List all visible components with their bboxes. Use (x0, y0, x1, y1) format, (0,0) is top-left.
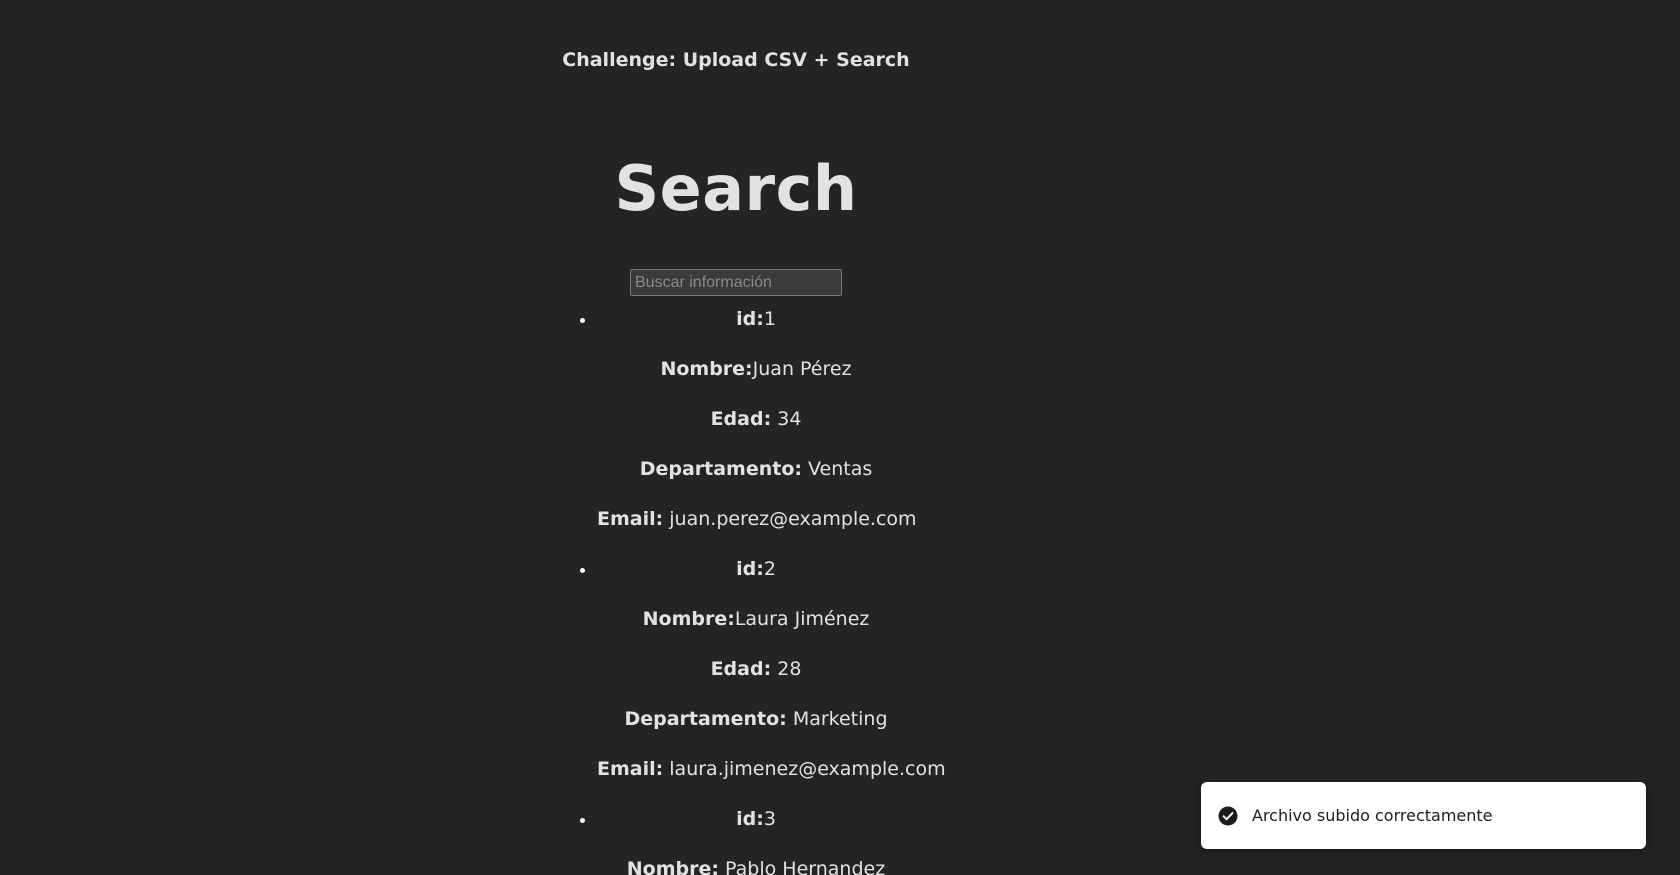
list-item: id:3 Nombre: Pablo Hernandez (597, 807, 915, 875)
record-departamento: Departamento: Marketing (597, 707, 915, 757)
page: Challenge: Upload CSV + Search Search id… (0, 0, 1680, 875)
field-value: 28 (771, 658, 802, 680)
field-value: juan.perez@example.com (663, 508, 917, 530)
record-id: id:3 (597, 807, 915, 857)
record-email: Email: juan.perez@example.com (597, 507, 917, 557)
toast-message: Archivo subido correctamente (1252, 806, 1493, 825)
field-label: Nombre: (642, 608, 735, 630)
field-value: Ventas (802, 458, 873, 480)
record-id: id:2 (597, 557, 915, 607)
field-label: id: (736, 808, 764, 830)
app-container: Challenge: Upload CSV + Search Search id… (557, 0, 946, 875)
list-item: id:1 Nombre:Juan Pérez Edad: 34 Departam… (597, 307, 917, 557)
field-value: 2 (763, 558, 776, 580)
toast-notification[interactable]: Archivo subido correctamente (1201, 782, 1646, 849)
list-item: id:2 Nombre:Laura Jiménez Edad: 28 Depar… (597, 557, 946, 807)
field-value: 3 (763, 808, 776, 830)
field-label: Email: (597, 758, 664, 780)
field-label: id: (736, 308, 764, 330)
page-title: Search (614, 152, 858, 225)
field-value: 1 (763, 308, 776, 330)
record-departamento: Departamento: Ventas (597, 457, 915, 507)
record-email: Email: laura.jimenez@example.com (597, 757, 946, 807)
field-value: 34 (771, 408, 802, 430)
field-label: Email: (597, 508, 664, 530)
field-label: Departamento: (624, 708, 787, 730)
record-nombre: Nombre: Pablo Hernandez (597, 857, 915, 875)
challenge-title: Challenge: Upload CSV + Search (562, 49, 910, 71)
field-label: Edad: (710, 408, 772, 430)
field-value: Pablo Hernandez (719, 858, 886, 875)
field-label: id: (736, 558, 764, 580)
check-circle-icon (1218, 806, 1238, 825)
field-value: laura.jimenez@example.com (663, 758, 946, 780)
record-edad: Edad: 28 (597, 657, 915, 707)
field-label: Nombre: (626, 858, 719, 875)
field-value: Laura Jiménez (734, 608, 870, 630)
record-edad: Edad: 34 (597, 407, 915, 457)
field-label: Edad: (710, 658, 772, 680)
search-form (557, 269, 915, 297)
record-nombre: Nombre:Laura Jiménez (597, 607, 915, 657)
record-id: id:1 (597, 307, 915, 357)
field-value: Marketing (786, 708, 888, 730)
results-list: id:1 Nombre:Juan Pérez Edad: 34 Departam… (557, 307, 946, 875)
field-label: Departamento: (639, 458, 802, 480)
field-label: Nombre: (660, 358, 753, 380)
search-input[interactable] (630, 269, 842, 296)
field-value: Juan Pérez (752, 358, 852, 380)
record-nombre: Nombre:Juan Pérez (597, 357, 915, 407)
